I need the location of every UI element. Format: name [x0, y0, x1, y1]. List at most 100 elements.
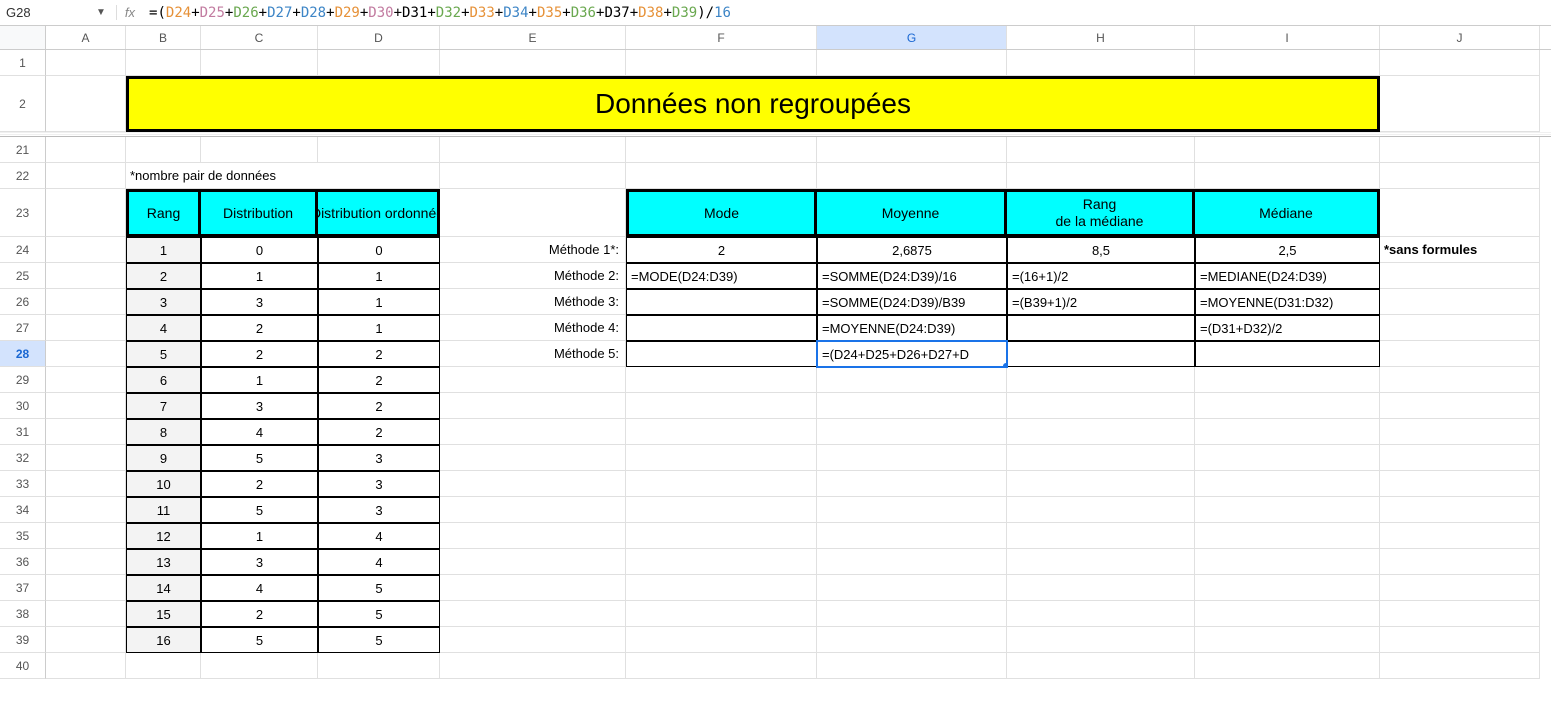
name-box[interactable] [6, 2, 86, 24]
banner-title[interactable]: Données non regroupées [126, 76, 1380, 132]
cell[interactable] [626, 471, 817, 497]
method-label[interactable]: Méthode 4: [440, 315, 626, 341]
table2-hdr-moyenne[interactable]: Moyenne [817, 189, 1007, 237]
table1-rang[interactable]: 8 [126, 419, 201, 445]
cell[interactable] [1007, 497, 1195, 523]
cell[interactable] [1007, 50, 1195, 76]
row-header-23[interactable]: 23 [0, 189, 46, 237]
row-header-30[interactable]: 30 [0, 393, 46, 419]
cell[interactable] [626, 627, 817, 653]
table1-dist[interactable]: 4 [201, 419, 318, 445]
method-mode[interactable] [626, 289, 817, 315]
cell[interactable] [817, 627, 1007, 653]
table1-ord[interactable]: 5 [318, 575, 440, 601]
cell[interactable] [626, 367, 817, 393]
table1-dist[interactable]: 1 [201, 367, 318, 393]
cell[interactable] [1380, 289, 1540, 315]
table1-dist[interactable]: 1 [201, 523, 318, 549]
cell[interactable] [626, 445, 817, 471]
table2-hdr-rang-mediane[interactable]: Rangde la médiane [1007, 189, 1195, 237]
cell[interactable] [1007, 445, 1195, 471]
cell[interactable] [1195, 627, 1380, 653]
cell[interactable] [440, 393, 626, 419]
method-moyenne[interactable]: =MOYENNE(D24:D39) [817, 315, 1007, 341]
col-header-I[interactable]: I [1195, 26, 1380, 49]
cell[interactable] [318, 653, 440, 679]
row-header-34[interactable]: 34 [0, 497, 46, 523]
table1-hdr-ordonnee[interactable]: Distribution ordonnée [318, 189, 440, 237]
cell[interactable] [440, 471, 626, 497]
cell[interactable] [440, 627, 626, 653]
cell[interactable] [46, 189, 126, 237]
cell[interactable] [440, 523, 626, 549]
col-header-F[interactable]: F [626, 26, 817, 49]
side-note[interactable]: *sans formules [1380, 237, 1540, 263]
cell[interactable] [46, 653, 126, 679]
cell[interactable] [626, 393, 817, 419]
cell[interactable] [1007, 393, 1195, 419]
table1-rang[interactable]: 7 [126, 393, 201, 419]
cell[interactable] [626, 137, 817, 163]
cell[interactable] [440, 445, 626, 471]
cell[interactable] [1195, 523, 1380, 549]
col-header-E[interactable]: E [440, 26, 626, 49]
cell[interactable] [1380, 601, 1540, 627]
table1-ord[interactable]: 1 [318, 263, 440, 289]
cell[interactable] [46, 163, 126, 189]
row-header-36[interactable]: 36 [0, 549, 46, 575]
cell[interactable] [318, 50, 440, 76]
method-mode[interactable] [626, 341, 817, 367]
table1-rang[interactable]: 12 [126, 523, 201, 549]
cell[interactable] [46, 289, 126, 315]
table1-hdr-rang[interactable]: Rang [126, 189, 201, 237]
cell[interactable] [201, 653, 318, 679]
table1-ord[interactable]: 0 [318, 237, 440, 263]
table1-ord[interactable]: 1 [318, 315, 440, 341]
formula-input[interactable]: =(D24+D25+D26+D27+D28+D29+D30+D31+D32+D3… [149, 5, 731, 21]
row-header-25[interactable]: 25 [0, 263, 46, 289]
cell[interactable] [1195, 367, 1380, 393]
cell[interactable] [1380, 575, 1540, 601]
cell[interactable] [46, 523, 126, 549]
table1-dist[interactable]: 5 [201, 497, 318, 523]
col-header-G[interactable]: G [817, 26, 1007, 49]
cell[interactable] [318, 137, 440, 163]
cell[interactable] [1195, 393, 1380, 419]
table2-hdr-mediane[interactable]: Médiane [1195, 189, 1380, 237]
cell[interactable] [126, 653, 201, 679]
cell[interactable] [46, 445, 126, 471]
table1-ord[interactable]: 2 [318, 393, 440, 419]
cell[interactable] [46, 497, 126, 523]
method-mediane[interactable]: =(D31+D32)/2 [1195, 315, 1380, 341]
method-mode[interactable]: =MODE(D24:D39) [626, 263, 817, 289]
table1-ord[interactable]: 2 [318, 367, 440, 393]
cell[interactable] [1007, 601, 1195, 627]
cell[interactable] [1380, 445, 1540, 471]
col-header-D[interactable]: D [318, 26, 440, 49]
cell[interactable] [1007, 471, 1195, 497]
table1-rang[interactable]: 1 [126, 237, 201, 263]
cell[interactable] [817, 575, 1007, 601]
cell[interactable] [1007, 163, 1195, 189]
cell[interactable] [46, 575, 126, 601]
table1-rang[interactable]: 13 [126, 549, 201, 575]
cell[interactable] [1380, 76, 1540, 132]
cell[interactable] [817, 50, 1007, 76]
table1-ord[interactable]: 4 [318, 549, 440, 575]
table2-hdr-mode[interactable]: Mode [626, 189, 817, 237]
cell[interactable] [626, 50, 817, 76]
cell[interactable] [1007, 575, 1195, 601]
cell[interactable] [626, 549, 817, 575]
table1-rang[interactable]: 10 [126, 471, 201, 497]
cell[interactable] [46, 367, 126, 393]
cell[interactable] [1195, 575, 1380, 601]
cell[interactable] [817, 471, 1007, 497]
method-mode[interactable]: 2 [626, 237, 817, 263]
col-header-H[interactable]: H [1007, 26, 1195, 49]
cell[interactable] [626, 497, 817, 523]
cell[interactable] [126, 137, 201, 163]
table1-rang[interactable]: 15 [126, 601, 201, 627]
select-all-corner[interactable] [0, 26, 46, 49]
cell[interactable] [46, 419, 126, 445]
table1-dist[interactable]: 3 [201, 393, 318, 419]
